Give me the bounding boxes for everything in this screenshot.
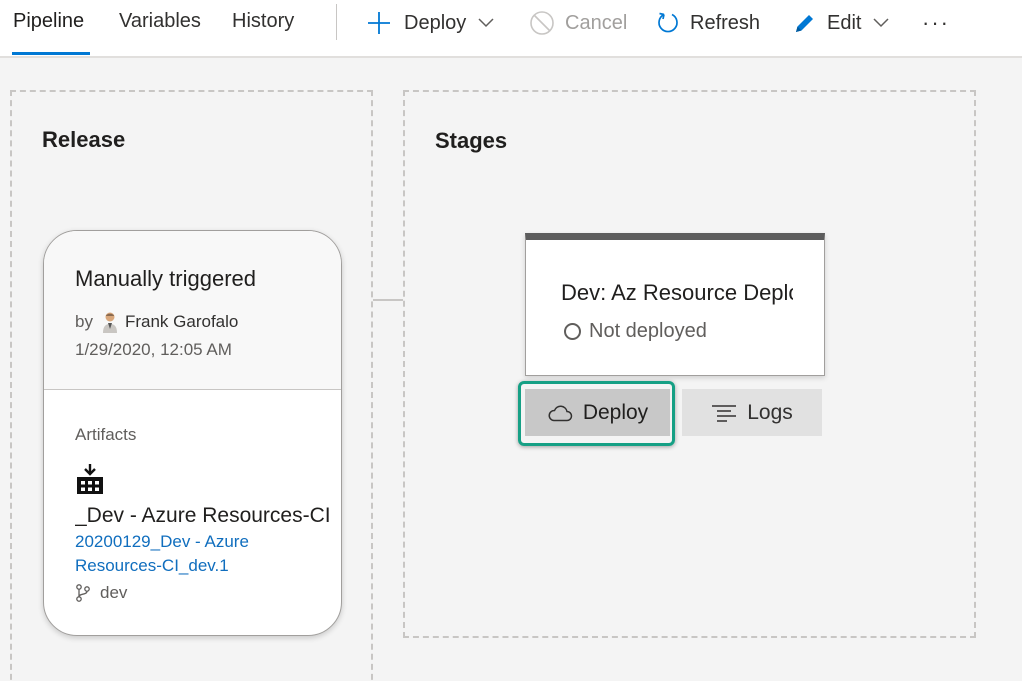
by-label: by — [75, 312, 93, 331]
branch-icon — [76, 584, 90, 602]
chevron-down-icon — [478, 18, 494, 28]
cancel-label: Cancel — [565, 11, 628, 34]
plus-icon — [368, 12, 390, 34]
stage-status: Not deployed — [564, 320, 707, 343]
active-tab-indicator — [12, 52, 90, 55]
branch-name: dev — [100, 583, 128, 602]
release-date: 1/29/2020, 12:05 AM — [75, 340, 232, 359]
build-artifact-icon — [77, 464, 103, 494]
stage-deploy-label: Deploy — [582, 400, 649, 424]
refresh-icon — [658, 12, 678, 33]
edit-label: Edit — [827, 11, 862, 34]
tab-variables[interactable]: Variables — [119, 10, 201, 33]
stage-logs-button[interactable]: Logs — [682, 389, 822, 436]
avatar-icon — [102, 312, 117, 333]
release-card[interactable]: Manually triggered by Frank Garofalo 1/2… — [43, 230, 342, 636]
release-stage-connector — [373, 299, 403, 301]
stage-card-dev[interactable]: Dev: Az Resource Deployment Not deployed — [525, 233, 825, 376]
stage-deploy-button[interactable]: Deploy — [525, 389, 670, 436]
cancel-icon — [530, 11, 554, 35]
more-actions-button[interactable]: ··· — [922, 8, 950, 38]
chevron-down-icon — [873, 18, 889, 28]
artifacts-label: Artifacts — [75, 425, 137, 444]
toolbar-divider — [336, 4, 337, 40]
status-circle-icon — [564, 323, 581, 340]
release-author-line: by Frank Garofalo — [75, 311, 238, 333]
deploy-menu-button[interactable]: Deploy — [367, 8, 494, 38]
deploy-menu-label: Deploy — [404, 11, 467, 34]
edit-menu-button[interactable]: Edit — [794, 8, 889, 38]
toolbar: Pipeline Variables History Deploy Cancel… — [0, 0, 1022, 58]
release-trigger: Manually triggered — [75, 266, 256, 291]
artifact-version-link[interactable]: 20200129_Dev - Azure Resources-CI_dev.1 — [75, 530, 295, 578]
stages-panel-title: Stages — [435, 128, 508, 153]
cloud-icon — [548, 404, 573, 421]
tab-history[interactable]: History — [232, 10, 294, 33]
refresh-label: Refresh — [690, 11, 761, 34]
stage-name: Dev: Az Resource Deployment — [561, 280, 793, 305]
pencil-icon — [796, 15, 813, 32]
release-panel-title: Release — [42, 127, 126, 152]
tab-pipeline[interactable]: Pipeline — [13, 10, 84, 33]
stage-status-text: Not deployed — [589, 320, 707, 342]
stage-logs-label: Logs — [747, 400, 793, 424]
cancel-button[interactable]: Cancel — [529, 8, 627, 38]
artifact-branch: dev — [75, 583, 127, 603]
artifact-name: _Dev - Azure Resources-CI — [75, 504, 331, 527]
refresh-button[interactable]: Refresh — [656, 8, 760, 38]
release-author[interactable]: Frank Garofalo — [125, 312, 238, 332]
logs-icon — [712, 404, 737, 422]
